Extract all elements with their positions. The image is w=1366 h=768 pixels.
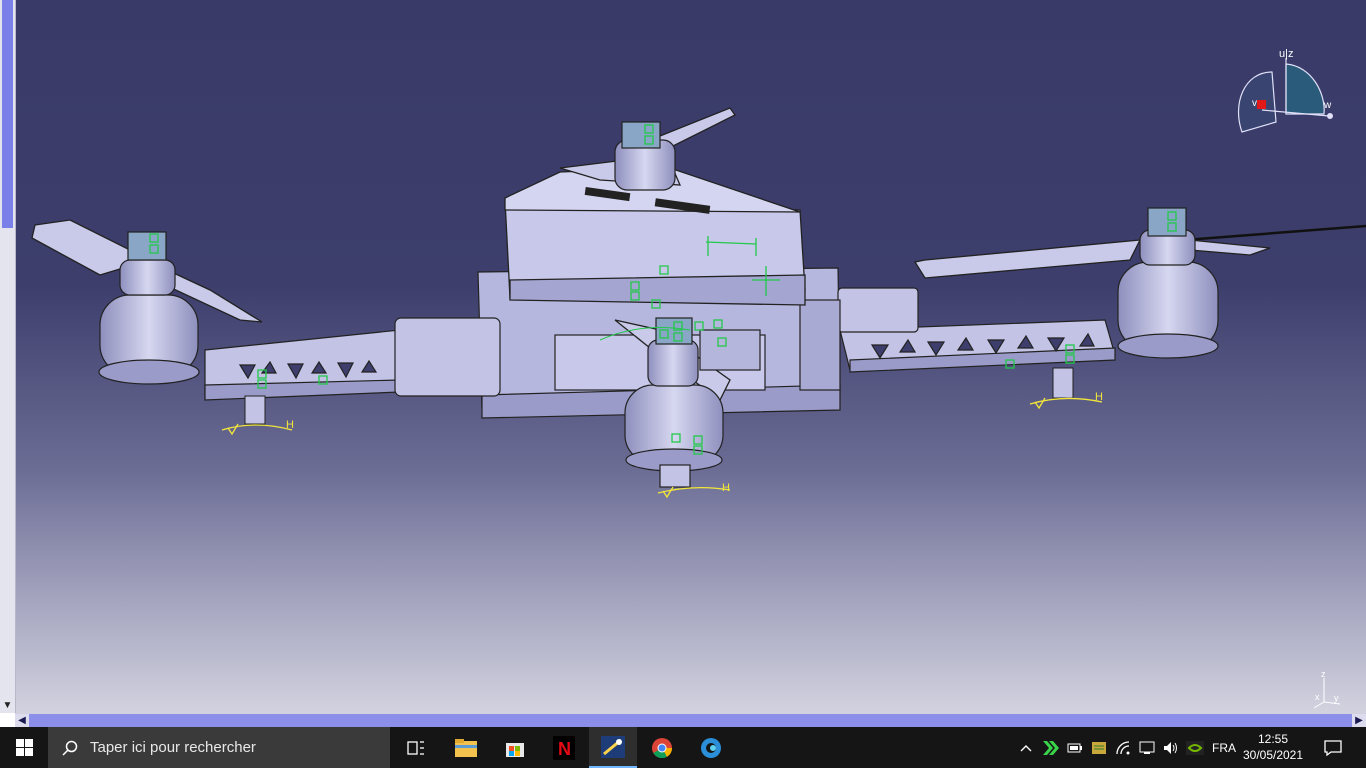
compass-u-label: u|z	[1279, 48, 1293, 60]
vertical-scroll-thumb[interactable]	[2, 0, 13, 228]
microsoft-store-icon[interactable]	[491, 727, 539, 768]
windows-taskbar: Taper ici pour rechercher N FRA 12:55 30…	[0, 727, 1366, 768]
axis-triad: z x y	[1313, 669, 1341, 709]
axis-z-label: z	[1321, 669, 1326, 679]
file-explorer-icon[interactable]	[442, 727, 490, 768]
battery-icon[interactable]	[1064, 727, 1086, 768]
catia-icon[interactable]	[589, 727, 637, 768]
clock-date: 30/05/2021	[1242, 748, 1304, 762]
vertical-scrollbar[interactable]: ▼	[0, 0, 16, 713]
3d-viewport[interactable]: H H H u|z v w z x y	[0, 0, 1366, 713]
wire-line	[1184, 224, 1366, 242]
nvidia-share-icon[interactable]	[1040, 727, 1062, 768]
windows-start-icon[interactable]	[0, 727, 48, 768]
notification-icon[interactable]	[1318, 727, 1348, 768]
orientation-compass[interactable]: u|z v w	[1234, 44, 1344, 139]
compass-w-label: w	[1323, 100, 1332, 111]
scroll-down-arrow-icon[interactable]: ▼	[0, 699, 15, 713]
constraint-label-right: H	[1095, 391, 1103, 403]
scroll-right-arrow-icon[interactable]: ▶	[1352, 714, 1366, 728]
compass-v-label: v	[1252, 98, 1257, 109]
task-view-icon[interactable]	[392, 727, 440, 768]
volume-icon[interactable]	[1160, 727, 1182, 768]
chrome-icon[interactable]	[638, 727, 686, 768]
search-box[interactable]: Taper ici pour rechercher	[48, 727, 390, 768]
constraint-label-front: H	[722, 482, 730, 494]
network-monitor-icon[interactable]	[1136, 727, 1158, 768]
constraint-label-left: H	[286, 419, 294, 431]
wifi-icon[interactable]	[1112, 727, 1134, 768]
horizontal-scrollbar[interactable]: ◀ ▶	[15, 713, 1366, 728]
catia-window: H H H u|z v w z x y ▼ ◀ ▶ Taper ici pour…	[0, 0, 1366, 768]
search-icon	[62, 740, 78, 756]
svg-text:N: N	[558, 739, 571, 759]
system-clock[interactable]: 12:55 30/05/2021	[1242, 731, 1304, 763]
tray-overflow-chevron-icon[interactable]	[1015, 727, 1037, 768]
clock-time: 12:55	[1257, 732, 1289, 746]
edge-icon[interactable]	[687, 727, 735, 768]
search-placeholder: Taper ici pour rechercher	[90, 739, 256, 756]
axis-y-label: y	[1334, 693, 1339, 703]
language-indicator[interactable]: FRA	[1208, 727, 1240, 768]
scroll-left-arrow-icon[interactable]: ◀	[15, 714, 29, 728]
display-icon[interactable]	[1088, 727, 1110, 768]
netflix-icon[interactable]: N	[540, 727, 588, 768]
nvidia-icon[interactable]	[1184, 727, 1206, 768]
arm-left	[204, 329, 401, 401]
axis-x-label: x	[1315, 692, 1320, 702]
drone-assembly-model[interactable]: H H H	[0, 0, 1366, 713]
